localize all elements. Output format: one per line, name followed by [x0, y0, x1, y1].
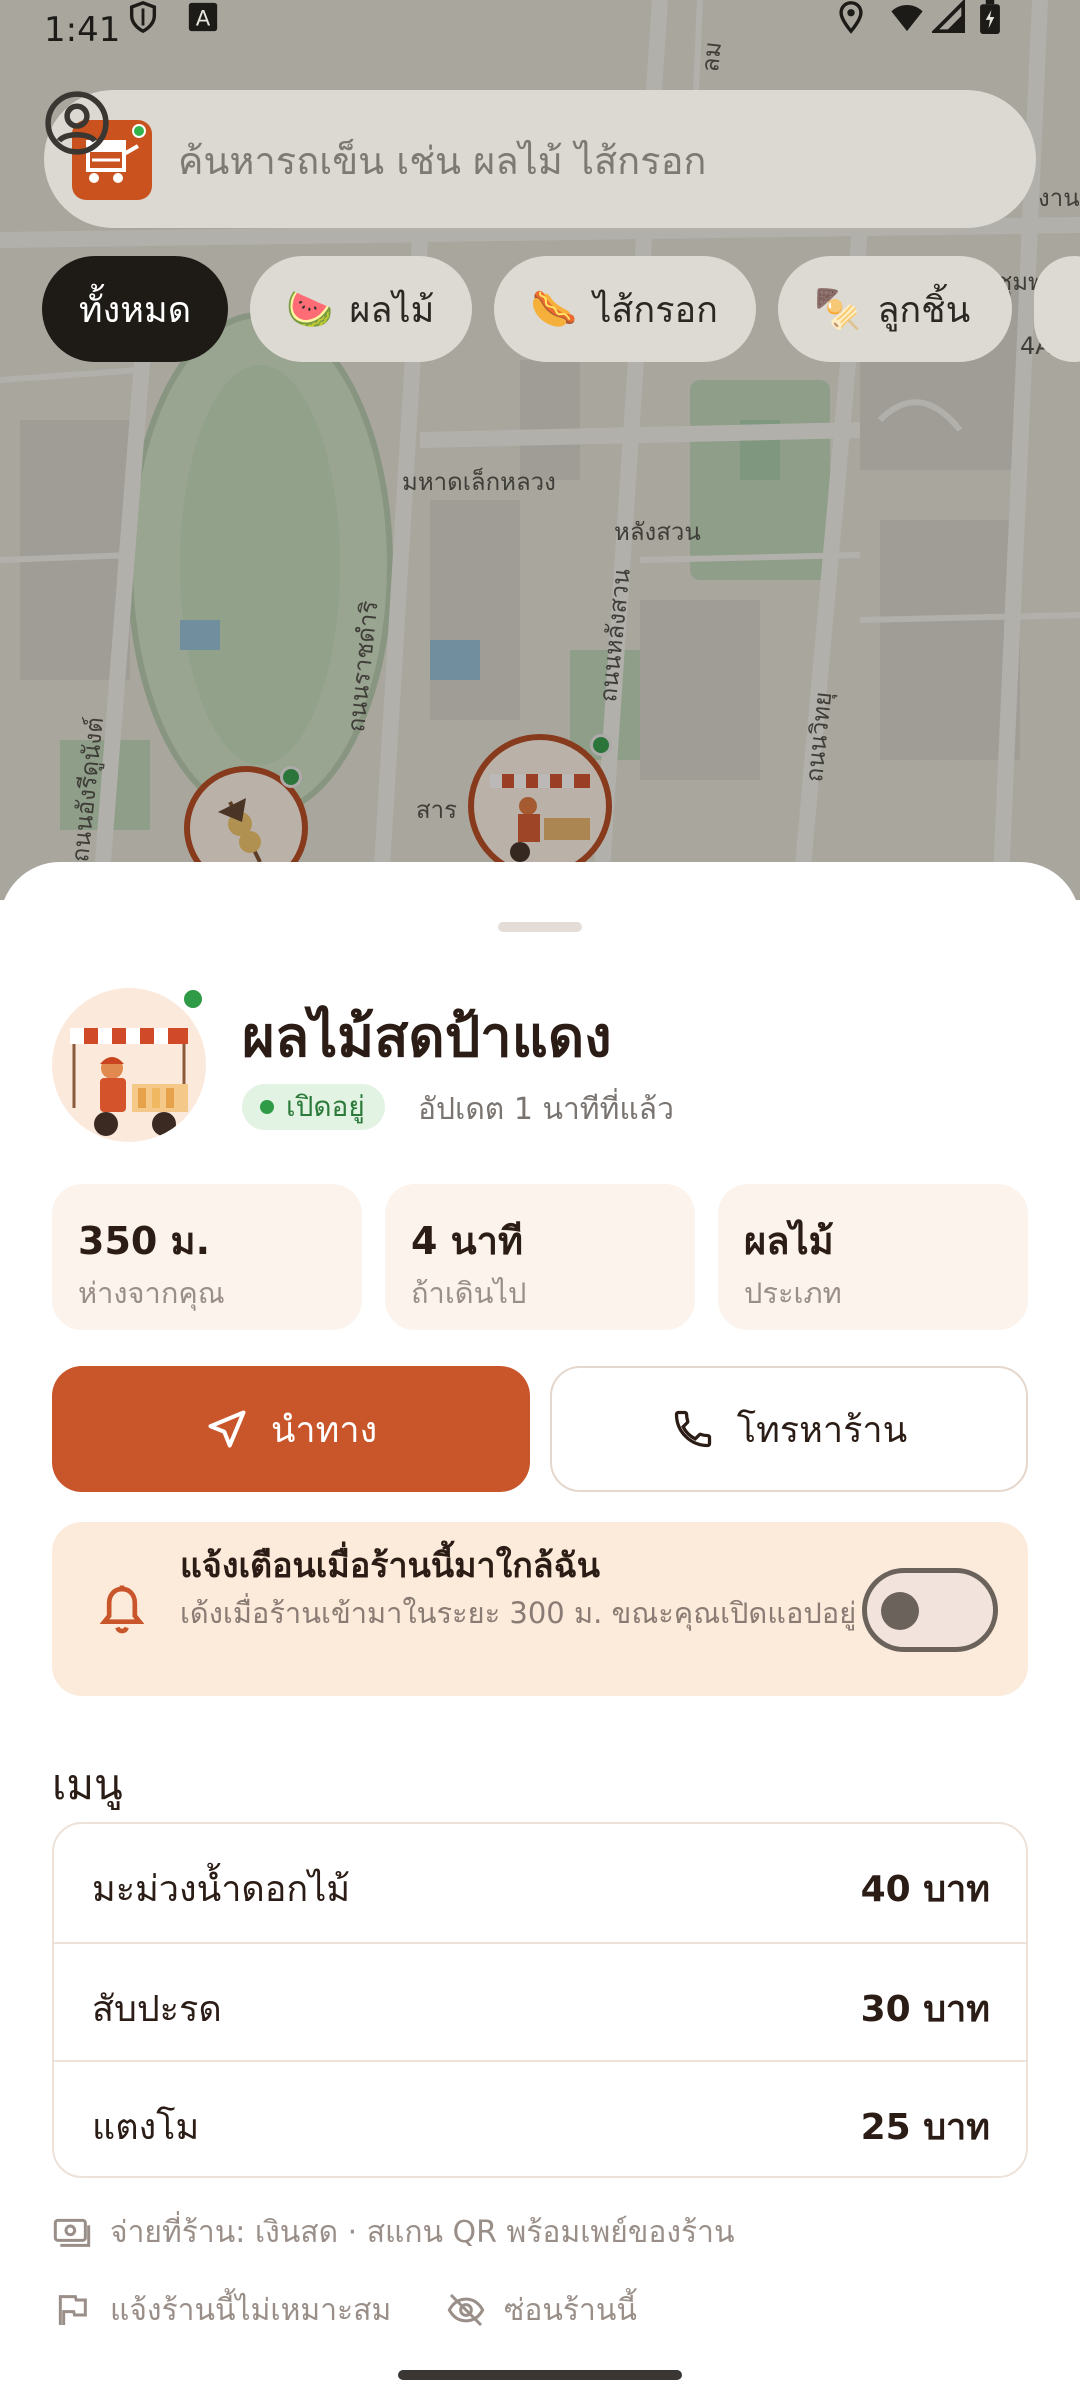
chip-label: ผลไม้ — [349, 289, 435, 331]
menu-item-price: 40 บาท — [860, 1869, 990, 1910]
menu-item-name: มะม่วงน้ำดอกไม้ — [92, 1869, 351, 1910]
drag-handle[interactable] — [498, 922, 582, 932]
stat-value: ผลไม้ — [744, 1219, 834, 1263]
navigate-label: นำทาง — [270, 1409, 378, 1451]
map-view[interactable]: มหาดเล็กหลวง หลังสวน ถนนราชดำริ ถนนหลังส… — [0, 0, 1080, 900]
report-label: แจ้งร้านนี้ไม่เหมาะสม — [110, 2292, 392, 2328]
cash-icon — [53, 2218, 91, 2247]
stat-label: ประเภท — [744, 1276, 842, 1310]
profile-icon[interactable] — [44, 90, 110, 156]
signal-icon — [932, 0, 966, 34]
stat-value: 4 นาที — [411, 1219, 524, 1263]
flag-icon — [58, 2295, 87, 2325]
chip-label: ไส้กรอก — [593, 289, 718, 331]
hide-vendor-link[interactable]: ซ่อนร้านนี้ — [446, 2286, 637, 2334]
bell-icon — [99, 1585, 145, 1634]
vendor-avatar — [52, 988, 206, 1142]
menu-item: สับปะรด 30 บาท — [54, 1942, 1026, 2060]
chip-label: ทั้งหมด — [78, 289, 192, 331]
alert-description: เด้งเมื่อร้านเข้ามาในระยะ 300 ม. ขณะคุณเ… — [180, 1596, 857, 1630]
chip-label: ลูกชิ้น — [877, 289, 971, 331]
chip-meatball[interactable]: 🍢 ลูกชิ้น — [778, 256, 1012, 362]
alert-toggle[interactable] — [862, 1568, 998, 1652]
alert-title: แจ้งเตือนเมื่อร้านนี้มาใกล้ฉัน — [180, 1546, 601, 1586]
skewer-icon: 🍢 — [814, 286, 862, 331]
report-link[interactable]: แจ้งร้านนี้ไม่เหมาะสม — [52, 2286, 391, 2334]
navigation-arrow-icon — [208, 1410, 246, 1448]
chip-fruit[interactable]: 🍉 ผลไม้ — [250, 256, 472, 362]
open-dot — [260, 1100, 274, 1114]
navigate-button[interactable]: นำทาง — [52, 1366, 530, 1492]
svg-text:A: A — [196, 7, 211, 32]
menu-list: มะม่วงน้ำดอกไม้ 40 บาท สับปะรด 30 บาท แต… — [52, 1822, 1028, 2178]
search-input[interactable]: ค้นหารถเข็น เช่น ผลไม้ ไส้กรอก — [178, 130, 706, 191]
menu-item-price: 30 บาท — [860, 1989, 990, 2030]
proximity-alert-card: แจ้งเตือนเมื่อร้านนี้มาใกล้ฉัน เด้งเมื่อ… — [52, 1522, 1028, 1696]
chip-all[interactable]: ทั้งหมด — [42, 256, 228, 362]
menu-item: แตงโม 25 บาท — [54, 2060, 1026, 2176]
menu-item: มะม่วงน้ำดอกไม้ 40 บาท — [54, 1824, 1026, 1942]
search-bar[interactable]: ค้นหารถเข็น เช่น ผลไม้ ไส้กรอก — [44, 90, 1036, 228]
payment-info: จ่ายที่ร้าน: เงินสด · สแกน QR พร้อมเพย์ข… — [52, 2210, 734, 2254]
chip-sausage[interactable]: 🌭 ไส้กรอก — [494, 256, 756, 362]
stat-walk-time: 4 นาที ถ้าเดินไป — [385, 1184, 695, 1330]
shield-icon — [129, 1, 157, 34]
home-indicator[interactable] — [398, 2370, 682, 2380]
status-badge: เปิดอยู่ — [242, 1084, 385, 1130]
toggle-knob — [881, 1592, 919, 1630]
stat-category: ผลไม้ ประเภท — [718, 1184, 1028, 1330]
stat-label: ห่างจากคุณ — [78, 1276, 225, 1310]
updated-timestamp: อัปเดต 1 นาทีที่แล้ว — [418, 1092, 674, 1127]
vendor-detail-sheet: ผลไม้สดป้าแดง เปิดอยู่ อัปเดต 1 นาทีที่แ… — [0, 862, 1080, 2400]
hide-label: ซ่อนร้านนี้ — [504, 2292, 637, 2328]
vendor-cart-illustration — [70, 1028, 188, 1136]
call-button[interactable]: โทรหาร้าน — [550, 1366, 1028, 1492]
phone-icon — [674, 1410, 711, 1448]
call-label: โทรหาร้าน — [736, 1409, 908, 1451]
a-icon: A — [188, 2, 218, 32]
status-time: 1:41 — [44, 10, 121, 50]
logo-status-dot — [132, 124, 146, 138]
hotdog-icon: 🌭 — [530, 286, 578, 331]
menu-item-name: สับปะรด — [92, 1989, 222, 2030]
payment-text: จ่ายที่ร้าน: เงินสด · สแกน QR พร้อมเพย์ข… — [110, 2214, 735, 2250]
stat-label: ถ้าเดินไป — [411, 1276, 527, 1310]
eye-off-icon — [447, 2293, 485, 2327]
battery-icon — [980, 0, 1000, 34]
status-bar: 1:41 A — [0, 0, 1080, 62]
location-icon — [839, 1, 863, 34]
menu-heading: เมนู — [52, 1760, 123, 1809]
watermelon-icon: 🍉 — [286, 286, 334, 331]
stat-value: 350 ม. — [78, 1219, 211, 1263]
menu-item-name: แตงโม — [92, 2107, 200, 2148]
wifi-icon — [891, 4, 923, 32]
stat-distance: 350 ม. ห่างจากคุณ — [52, 1184, 362, 1330]
status-badge-label: เปิดอยู่ — [286, 1090, 365, 1123]
online-dot — [180, 986, 206, 1012]
vendor-name: ผลไม้สดป้าแดง — [242, 1005, 612, 1070]
menu-item-price: 25 บาท — [860, 2107, 990, 2148]
